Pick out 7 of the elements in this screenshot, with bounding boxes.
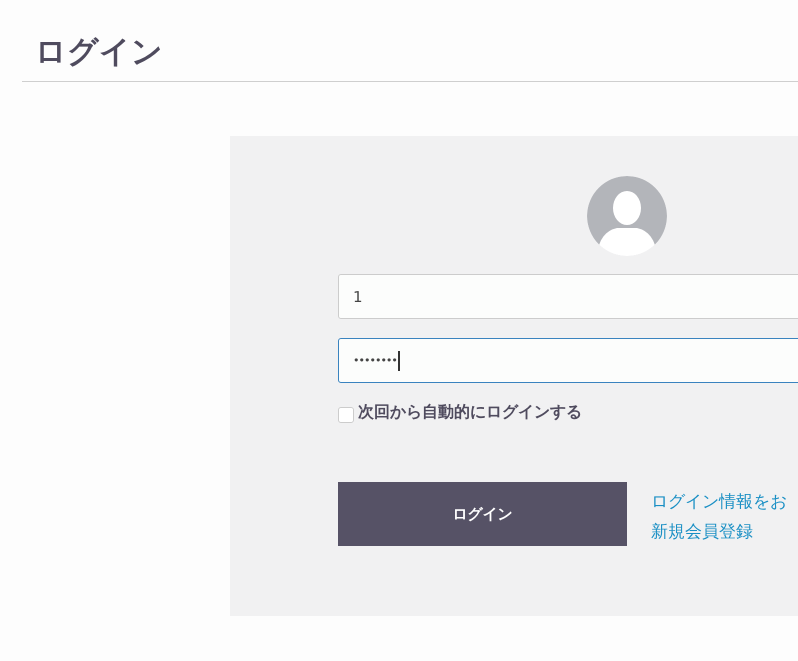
page-title: ログイン	[34, 33, 164, 72]
password-field[interactable]: ••••••••	[338, 338, 798, 383]
remember-label: 次回から自動的にログインする	[358, 402, 582, 423]
remember-checkbox[interactable]	[338, 406, 354, 422]
login-button[interactable]: ログイン	[338, 482, 627, 546]
username-field[interactable]: 1	[338, 274, 798, 319]
user-avatar-icon	[587, 176, 667, 256]
